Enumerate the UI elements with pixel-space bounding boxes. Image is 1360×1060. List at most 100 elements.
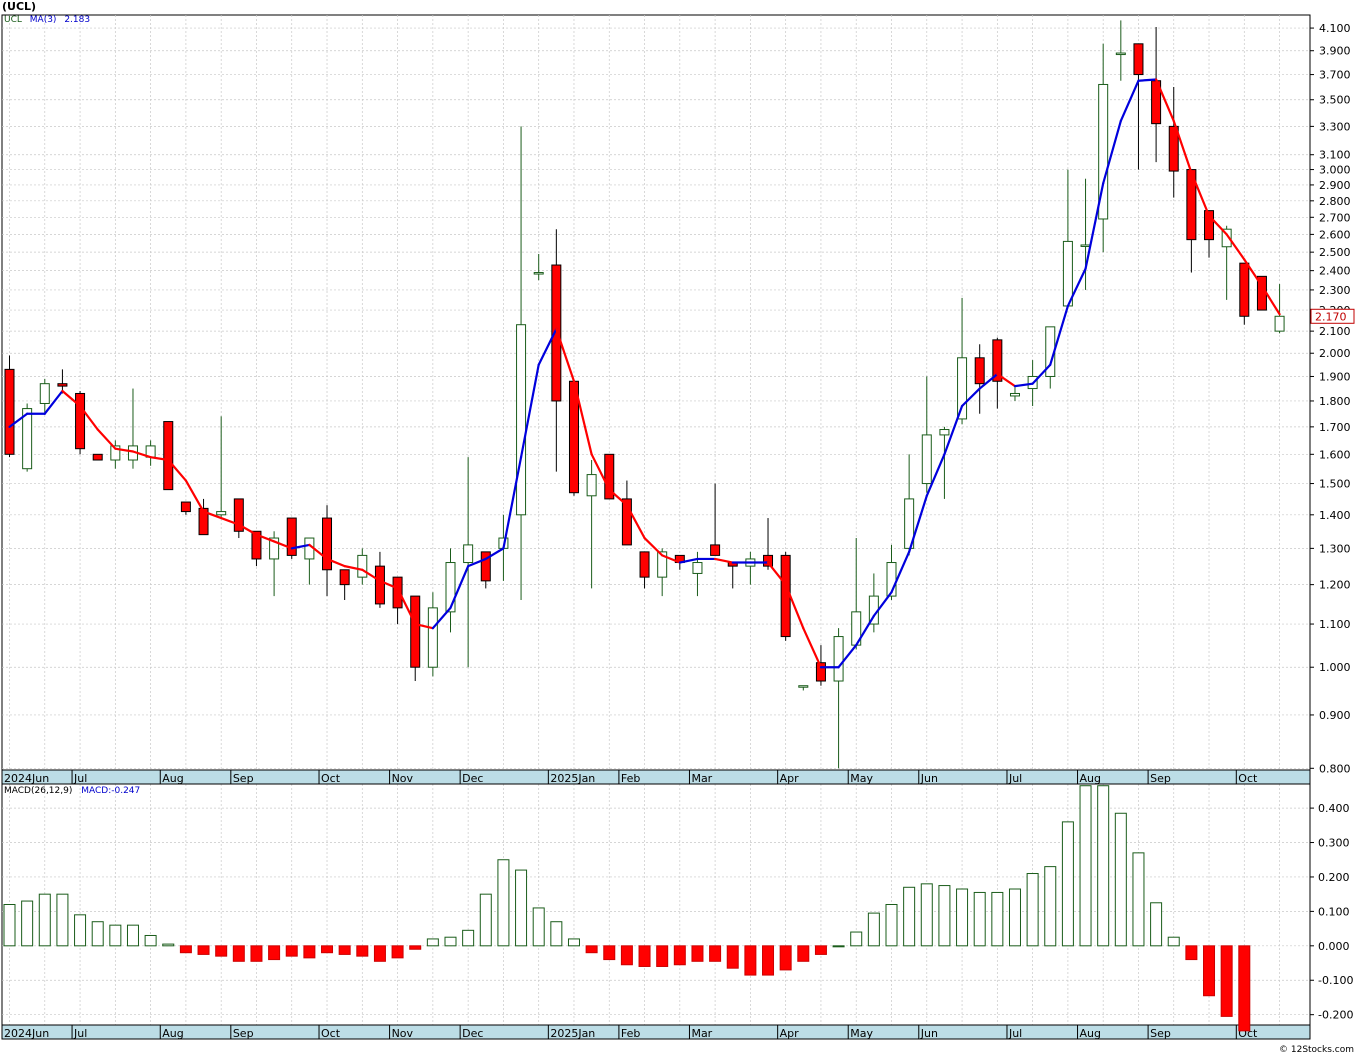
- candle-body-up: [427, 607, 438, 668]
- candle-body-down: [374, 565, 385, 605]
- candle-body-down: [286, 517, 297, 556]
- macd-bar-negative: [620, 945, 633, 966]
- price-ytick-label: 3.300: [1319, 120, 1351, 133]
- macd-bar-positive: [867, 912, 880, 947]
- price-ytick-label: 2.700: [1319, 211, 1351, 224]
- macd-bar-positive: [38, 893, 51, 947]
- date-label: Jul: [1008, 1027, 1022, 1040]
- price-ytick-label: 1.300: [1319, 542, 1351, 555]
- macd-bar-positive: [515, 869, 528, 947]
- macd-bar-negative: [321, 945, 334, 954]
- candle-body-down: [1133, 43, 1144, 76]
- date-label: Sep: [1150, 772, 1171, 785]
- macd-bar-positive: [1114, 812, 1127, 947]
- macd-bar-negative: [762, 945, 775, 976]
- chart-svg: 0.800 0.900 1.000 1.100 1.200 1.300 1.400 1.500…: [1, 14, 1355, 1040]
- candle-body-up: [1115, 52, 1126, 56]
- date-label: Mar: [691, 772, 712, 785]
- candle-body-down: [92, 453, 103, 461]
- legend-symbol: UCL: [4, 15, 22, 25]
- macd-bar-positive: [1150, 902, 1163, 947]
- date-label: Dec: [462, 772, 483, 785]
- macd-bar-negative: [638, 945, 651, 967]
- date-label: Aug: [162, 1027, 183, 1040]
- candle-body-up: [921, 434, 932, 485]
- date-label: Jul: [73, 772, 87, 785]
- date-label: Jun: [920, 772, 938, 785]
- macd-bar-positive: [1061, 821, 1074, 947]
- date-label: 2024Jun: [4, 1027, 49, 1040]
- date-label: Apr: [780, 772, 800, 785]
- macd-bar-positive: [109, 924, 122, 947]
- macd-bar-positive: [850, 931, 863, 947]
- price-ytick-label: 3.100: [1319, 149, 1351, 162]
- date-label: Mar: [691, 1027, 712, 1040]
- macd-bar-negative: [197, 945, 210, 955]
- date-label: Nov: [392, 1027, 414, 1040]
- date-label: 2025Jan: [550, 1027, 595, 1040]
- last-price-label: 2.170: [1315, 310, 1347, 323]
- candle-body-up: [1062, 240, 1073, 307]
- macd-bar-negative: [673, 945, 686, 966]
- macd-bar-positive: [1044, 866, 1057, 947]
- macd-ytick-label: 0.100: [1318, 905, 1350, 918]
- macd-ytick-label: 0.400: [1318, 802, 1350, 815]
- price-ytick-label: 3.900: [1319, 45, 1351, 58]
- macd-bar-negative: [656, 945, 669, 967]
- price-ytick-label: 2.100: [1319, 325, 1351, 338]
- candle-body-up: [1009, 392, 1020, 397]
- candle-body-down: [1239, 262, 1250, 317]
- date-label: Apr: [780, 1027, 800, 1040]
- candle-body-down: [163, 421, 174, 491]
- macd-ytick-label: -0.100: [1318, 974, 1353, 987]
- date-label: Sep: [1150, 1027, 1171, 1040]
- macd-bar-negative: [814, 945, 827, 955]
- candle-body-up: [357, 554, 368, 578]
- macd-bar-positive: [938, 885, 951, 947]
- macd-bar-positive: [832, 945, 845, 948]
- macd-bar-negative: [1220, 945, 1233, 1017]
- macd-bar-positive: [162, 943, 175, 947]
- macd-bar-positive: [885, 904, 898, 947]
- date-label: Oct: [1238, 772, 1258, 785]
- candle-body-down: [710, 544, 721, 556]
- date-label: Dec: [462, 1027, 483, 1040]
- candle-body-up: [833, 636, 844, 682]
- macd-bar-negative: [1185, 945, 1198, 961]
- macd-ytick-label: 0.300: [1318, 837, 1350, 850]
- candle-body-up: [445, 562, 456, 613]
- macd-bar-positive: [973, 891, 986, 947]
- macd-bar-positive: [956, 888, 969, 947]
- macd-bar-negative: [585, 945, 598, 954]
- macd-bar-positive: [21, 900, 34, 947]
- macd-bar-negative: [250, 945, 263, 962]
- candle-body-up: [798, 685, 809, 688]
- price-ytick-label: 2.300: [1319, 284, 1351, 297]
- candle-body-down: [75, 392, 86, 450]
- date-label: Jun: [920, 1027, 938, 1040]
- price-ytick-label: 1.200: [1319, 579, 1351, 592]
- candle-body-up: [939, 429, 950, 436]
- macd-bar-positive: [74, 914, 87, 947]
- ma-segment: [1137, 78, 1158, 82]
- price-ytick-label: 4.100: [1319, 22, 1351, 35]
- candle-body-down: [57, 383, 68, 387]
- legend-ma-label: MA(3): [29, 15, 57, 25]
- price-ytick-label: 1.600: [1319, 448, 1351, 461]
- macd-bar-negative: [1203, 945, 1216, 997]
- candle-body-down: [974, 357, 985, 385]
- date-label: Feb: [621, 1027, 640, 1040]
- chart-container: 0.800 0.900 1.000 1.100 1.200 1.300 1.400 1.500…: [0, 0, 1360, 1056]
- legend-macd-value: MACD:-0.247: [81, 786, 141, 796]
- price-ytick-label: 2.500: [1319, 246, 1351, 259]
- candle-body-up: [39, 383, 50, 404]
- candle-body-down: [639, 551, 650, 578]
- date-label: Sep: [233, 772, 254, 785]
- macd-bar-negative: [691, 945, 704, 962]
- price-ytick-label: 0.800: [1319, 762, 1351, 775]
- macd-bar-positive: [426, 938, 439, 947]
- footer-credit: © 12Stocks.com: [1279, 1045, 1354, 1055]
- price-ytick-label: 1.800: [1319, 395, 1351, 408]
- date-label: 2025Jan: [550, 772, 595, 785]
- candle-body-down: [4, 368, 15, 455]
